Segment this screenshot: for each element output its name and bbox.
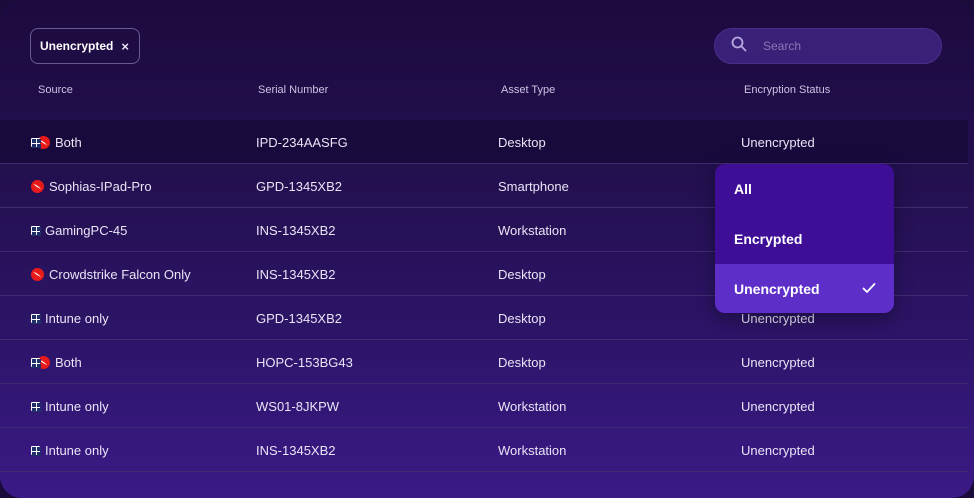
crowdstrike-icon <box>31 179 44 193</box>
dropdown-option-all[interactable]: All <box>715 164 894 213</box>
table-row[interactable]: Both HOPC-153BG43 Desktop Unencrypted <box>0 340 968 384</box>
close-icon[interactable]: × <box>121 40 129 53</box>
source-icons <box>31 401 41 412</box>
serial-number-cell: GPD-1345XB2 <box>256 178 342 194</box>
table-header: Source Serial Number Asset Type Encrypti… <box>0 84 974 100</box>
windows-icon <box>31 445 41 456</box>
source-icons <box>31 267 44 281</box>
column-header-asset-type[interactable]: Asset Type <box>501 84 555 96</box>
dropdown-option-unencrypted[interactable]: Unencrypted <box>715 264 894 313</box>
source-icons <box>31 313 41 324</box>
source-cell: Crowdstrike Falcon Only <box>31 252 191 296</box>
asset-type-cell: Smartphone <box>498 178 569 194</box>
source-icons <box>31 355 50 369</box>
source-cell: Both <box>31 340 82 384</box>
source-name: Both <box>55 354 82 370</box>
serial-number-cell: GPD-1345XB2 <box>256 310 342 326</box>
dropdown-option-label: Unencrypted <box>734 280 820 297</box>
source-name: GamingPC-45 <box>45 222 128 238</box>
source-cell: GamingPC-45 <box>31 208 127 252</box>
search-icon <box>731 36 747 57</box>
source-name: Sophias-IPad-Pro <box>49 178 152 194</box>
asset-type-cell: Desktop <box>498 134 546 150</box>
windows-icon <box>31 313 41 324</box>
table-row[interactable]: Both IPD-234AASFG Desktop Unencrypted <box>0 120 968 164</box>
asset-type-cell: Workstation <box>498 398 567 414</box>
crowdstrike-icon <box>31 267 44 281</box>
column-header-serial-number[interactable]: Serial Number <box>258 84 328 96</box>
encryption-status-cell: Unencrypted <box>741 398 815 414</box>
assets-panel: Unencrypted × Source Serial Number Asset… <box>0 0 974 498</box>
serial-number-cell: INS-1345XB2 <box>256 442 336 458</box>
source-cell: Both <box>31 120 82 164</box>
asset-type-cell: Desktop <box>498 354 546 370</box>
table-row[interactable]: Intune only INS-1345XB2 Workstation Unencry… <box>0 428 968 472</box>
column-header-encryption-status[interactable]: Encryption Status <box>744 84 830 96</box>
source-cell: Intune only <box>31 428 109 472</box>
windows-icon <box>31 401 41 412</box>
filter-chip-label: Unencrypted <box>40 39 114 53</box>
encryption-status-cell: Unencrypted <box>741 354 815 370</box>
asset-type-cell: Workstation <box>498 222 567 238</box>
encryption-status-dropdown: All Encrypted Unencrypted <box>715 164 894 313</box>
check-icon <box>862 281 876 297</box>
serial-number-cell: INS-1345XB2 <box>256 222 336 238</box>
windows-icon <box>31 225 41 236</box>
column-header-source[interactable]: Source <box>38 84 73 96</box>
source-cell: Sophias-IPad-Pro <box>31 164 152 208</box>
source-icons <box>31 445 41 456</box>
asset-type-cell: Desktop <box>498 266 546 282</box>
source-icons <box>31 225 41 236</box>
serial-number-cell: IPD-234AASFG <box>256 134 348 150</box>
source-name: Intune only <box>45 442 109 458</box>
source-name: Intune only <box>45 398 109 414</box>
table-row[interactable]: Intune only WS01-8JKPW Workstation Unencryp… <box>0 384 968 428</box>
serial-number-cell: WS01-8JKPW <box>256 398 340 414</box>
dropdown-option-label: Encrypted <box>734 230 803 247</box>
source-name: Both <box>55 134 82 150</box>
search-input[interactable] <box>761 38 921 54</box>
windows-icon <box>31 357 41 368</box>
filter-chip-unencrypted[interactable]: Unencrypted × <box>30 28 140 64</box>
asset-type-cell: Workstation <box>498 442 567 458</box>
source-icons <box>31 135 50 149</box>
encryption-status-cell: Unencrypted <box>741 134 815 150</box>
dropdown-option-label: All <box>734 180 752 197</box>
source-name: Crowdstrike Falcon Only <box>49 266 191 282</box>
source-name: Intune only <box>45 310 109 326</box>
source-cell: Intune only <box>31 384 109 428</box>
dropdown-option-encrypted[interactable]: Encrypted <box>715 214 894 263</box>
asset-type-cell: Desktop <box>498 310 546 326</box>
source-cell: Intune only <box>31 296 109 340</box>
source-icons <box>31 179 44 193</box>
windows-icon <box>31 137 41 148</box>
serial-number-cell: HOPC-153BG43 <box>256 354 353 370</box>
serial-number-cell: INS-1345XB2 <box>256 266 336 282</box>
encryption-status-cell: Unencrypted <box>741 442 815 458</box>
search-box[interactable] <box>714 28 942 64</box>
